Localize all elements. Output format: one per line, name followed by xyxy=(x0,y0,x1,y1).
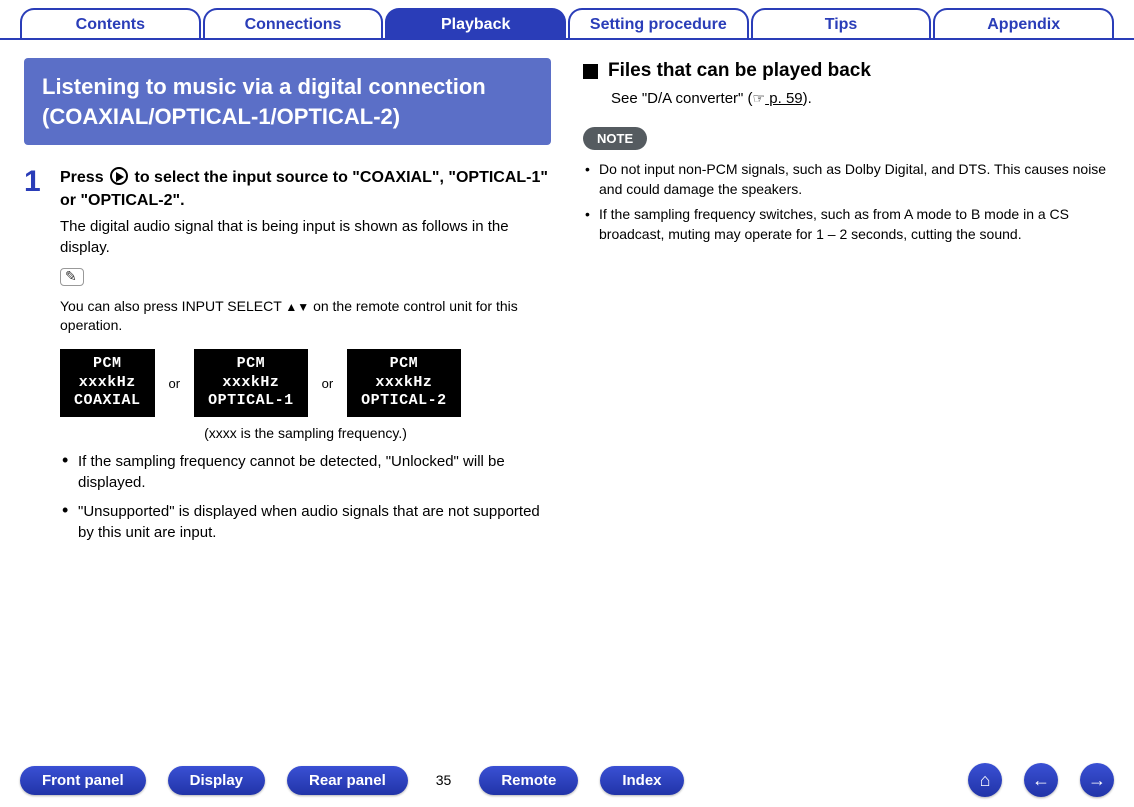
step-bullets: If the sampling frequency cannot be dete… xyxy=(60,451,551,543)
home-button[interactable]: ⌂ xyxy=(968,763,1002,797)
note-list: Do not input non-PCM signals, such as Do… xyxy=(583,160,1110,244)
files-heading-text: Files that can be played back xyxy=(608,60,871,82)
input-select-icon xyxy=(110,167,128,185)
or-label-1: or xyxy=(169,376,181,391)
step-description: The digital audio signal that is being i… xyxy=(60,216,551,258)
prev-page-button[interactable]: ← xyxy=(1024,763,1058,797)
tab-setting-procedure[interactable]: Setting procedure xyxy=(568,8,749,38)
bullet-unlocked: If the sampling frequency cannot be dete… xyxy=(60,451,551,493)
or-label-2: or xyxy=(322,376,334,391)
remote-note: You can also press INPUT SELECT ▲▼ on th… xyxy=(60,297,551,335)
step-title-before: Press xyxy=(60,169,108,186)
btn-remote[interactable]: Remote xyxy=(479,766,578,795)
display-optical-1: PCM xxxkHz OPTICAL-1 xyxy=(194,349,308,417)
see-after: ). xyxy=(803,90,812,107)
files-heading: Files that can be played back xyxy=(583,60,1110,82)
next-page-button[interactable]: → xyxy=(1080,763,1114,797)
step-title: Press to select the input source to "COA… xyxy=(60,167,551,212)
step-body: Press to select the input source to "COA… xyxy=(60,167,551,551)
step-1: 1 Press to select the input source to "C… xyxy=(24,167,551,551)
display-optical-2: PCM xxxkHz OPTICAL-2 xyxy=(347,349,461,417)
display-coaxial: PCM xxxkHz COAXIAL xyxy=(60,349,155,417)
left-column: Listening to music via a digital connect… xyxy=(24,58,551,557)
display-caption: (xxxx is the sampling frequency.) xyxy=(60,425,551,441)
bottom-bar: Front panel Display Rear panel 35 Remote… xyxy=(0,763,1134,797)
btn-display[interactable]: Display xyxy=(168,766,265,795)
see-before: See "D/A converter" ( xyxy=(611,90,753,107)
see-reference: See "D/A converter" (☞ p. 59). xyxy=(611,90,1110,107)
up-down-icon: ▲▼ xyxy=(285,300,309,314)
tab-appendix[interactable]: Appendix xyxy=(933,8,1114,38)
section-heading-box: Listening to music via a digital connect… xyxy=(24,58,551,145)
note-item-2: If the sampling frequency switches, such… xyxy=(583,205,1110,244)
note-item-1: Do not input non-PCM signals, such as Do… xyxy=(583,160,1110,199)
tab-contents[interactable]: Contents xyxy=(20,8,201,38)
page-link-59[interactable]: p. 59 xyxy=(765,90,803,107)
btn-index[interactable]: Index xyxy=(600,766,683,795)
btn-front-panel[interactable]: Front panel xyxy=(20,766,146,795)
btn-rear-panel[interactable]: Rear panel xyxy=(287,766,408,795)
page-number: 35 xyxy=(430,772,458,788)
step-number: 1 xyxy=(24,167,46,551)
square-bullet-icon xyxy=(583,64,598,79)
tab-playback[interactable]: Playback xyxy=(385,8,566,38)
bullet-unsupported: "Unsupported" is displayed when audio si… xyxy=(60,501,551,543)
top-tabs: Contents Connections Playback Setting pr… xyxy=(0,0,1134,40)
remote-note-before: You can also press INPUT SELECT xyxy=(60,298,285,314)
note-label: NOTE xyxy=(583,127,647,150)
tab-connections[interactable]: Connections xyxy=(203,8,384,38)
hand-pointer-icon: ☞ xyxy=(753,90,766,106)
main-content: Listening to music via a digital connect… xyxy=(0,40,1134,557)
display-examples: PCM xxxkHz COAXIAL or PCM xxxkHz OPTICAL… xyxy=(60,349,551,417)
tab-tips[interactable]: Tips xyxy=(751,8,932,38)
pencil-icon xyxy=(60,268,84,286)
step-title-after: to select the input source to "COAXIAL",… xyxy=(60,169,548,208)
right-column: Files that can be played back See "D/A c… xyxy=(583,58,1110,557)
